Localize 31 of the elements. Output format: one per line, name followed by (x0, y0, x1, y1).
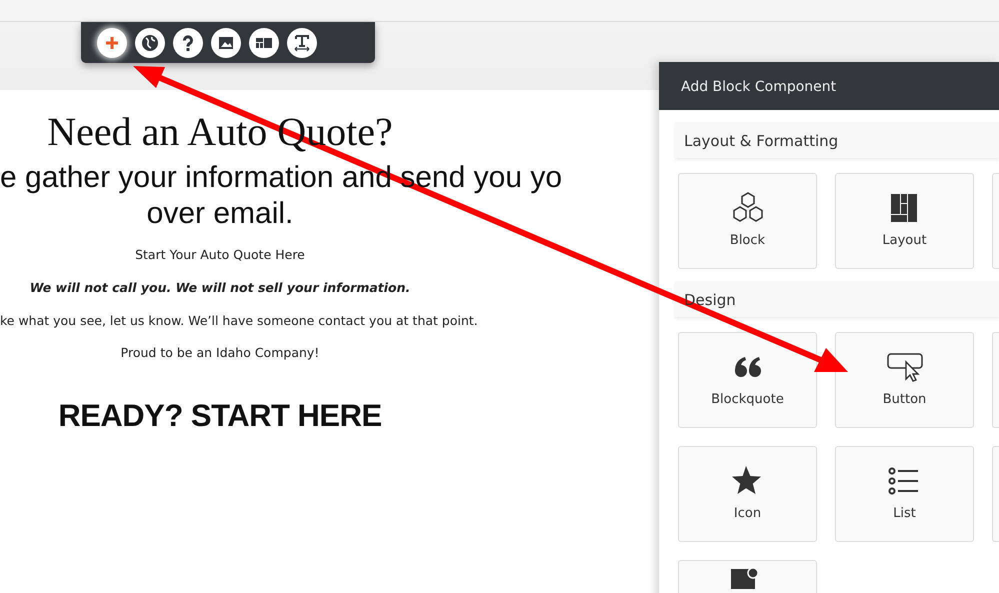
page-heading: Need an Auto Quote? (47, 110, 393, 154)
body-text: Start Your Auto Quote Here (135, 246, 305, 264)
component-tile[interactable]: Button (835, 332, 974, 428)
subheading-line: over email. (146, 196, 294, 232)
add-button[interactable] (97, 28, 127, 58)
tile-label: Button (882, 391, 926, 410)
tile-label: Layout (882, 232, 927, 250)
body-text: ke what you see, let us know. We’ll have someone contact you at that point. (0, 312, 478, 330)
help-button[interactable] (173, 28, 203, 58)
component-tile[interactable]: Blockquote (678, 332, 817, 428)
call-to-action-heading: READY? START HERE (58, 397, 382, 435)
layout-button[interactable] (249, 28, 279, 58)
section-title: Layout & Formatting (684, 132, 838, 150)
component-tile[interactable]: Icon (678, 446, 817, 542)
subheading-line: e gather your information and send you yo (0, 160, 562, 196)
image-button[interactable] (211, 28, 241, 58)
component-tile[interactable]: Layout (835, 173, 974, 269)
component-tile[interactable]: List (835, 446, 974, 542)
globe-button[interactable] (135, 28, 165, 58)
section-title: Design (684, 291, 736, 309)
tile-label: List (893, 505, 916, 524)
emphasis-text: We will not call you. We will not sell your information. (30, 278, 410, 297)
component-tile[interactable]: Block (678, 173, 817, 269)
text-size-icon (293, 34, 311, 52)
tile-label: Blockquote (711, 391, 784, 410)
text-size-button[interactable] (287, 28, 317, 58)
tile-label: Block (730, 232, 766, 250)
body-text: Proud to be an Idaho Company! (120, 344, 320, 362)
component-tile[interactable] (678, 560, 817, 593)
panel-title: Add Block Component (659, 62, 999, 110)
tile-label: Icon (734, 505, 762, 524)
